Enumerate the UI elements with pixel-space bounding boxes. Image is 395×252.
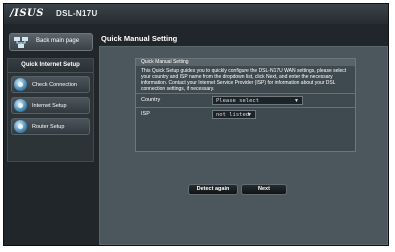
sidebar-item-internet-setup[interactable]: Internet Setup (11, 97, 90, 114)
manual-setting-box: Quick Manual Setting This Quick Setup gu… (135, 58, 356, 152)
globe-icon (14, 120, 27, 133)
chevron-down-icon: ▼ (294, 98, 299, 104)
intro-text: This Quick Setup guides you to quickly c… (141, 68, 347, 92)
detect-again-button[interactable]: Detect again (188, 184, 238, 195)
globe-icon (14, 78, 27, 91)
brand-logo: /ISUS (10, 8, 44, 19)
next-button[interactable]: Next (241, 184, 287, 195)
model-name: DSL-N17U (56, 9, 98, 18)
sidebar-item-label: Router Setup (32, 124, 65, 130)
sidebar-item-label: Internet Setup (32, 103, 67, 109)
network-icon (14, 37, 28, 48)
quick-setup-menu: Quick Internet Setup Check Connection In… (7, 58, 94, 162)
back-main-page-label: Back main page (36, 38, 80, 44)
country-row: Country Please select ▼ (136, 93, 355, 107)
globe-icon (14, 99, 27, 112)
isp-row: ISP not listed ▼ (136, 107, 355, 121)
isp-select[interactable]: not listed ▼ (212, 110, 256, 119)
country-value: Please select (216, 98, 260, 104)
isp-value: not listed (216, 112, 250, 118)
page-title: Quick Manual Setting (101, 34, 178, 43)
box-title: Quick Manual Setting (136, 59, 355, 66)
sidebar-item-router-setup[interactable]: Router Setup (11, 118, 90, 135)
sidebar-item-label: Check Connection (32, 82, 77, 88)
chevron-down-icon: ▼ (247, 112, 252, 118)
sidebar: Back main page Quick Internet Setup Chec… (4, 28, 97, 245)
isp-label: ISP (141, 111, 150, 117)
back-main-page-button[interactable]: Back main page (9, 33, 93, 51)
top-bar: /ISUS DSL-N17U (4, 4, 388, 24)
country-label: Country (141, 97, 161, 103)
country-select[interactable]: Please select ▼ (212, 96, 303, 105)
sidebar-item-check-connection[interactable]: Check Connection (11, 76, 90, 93)
menu-section-title: Quick Internet Setup (8, 59, 93, 73)
